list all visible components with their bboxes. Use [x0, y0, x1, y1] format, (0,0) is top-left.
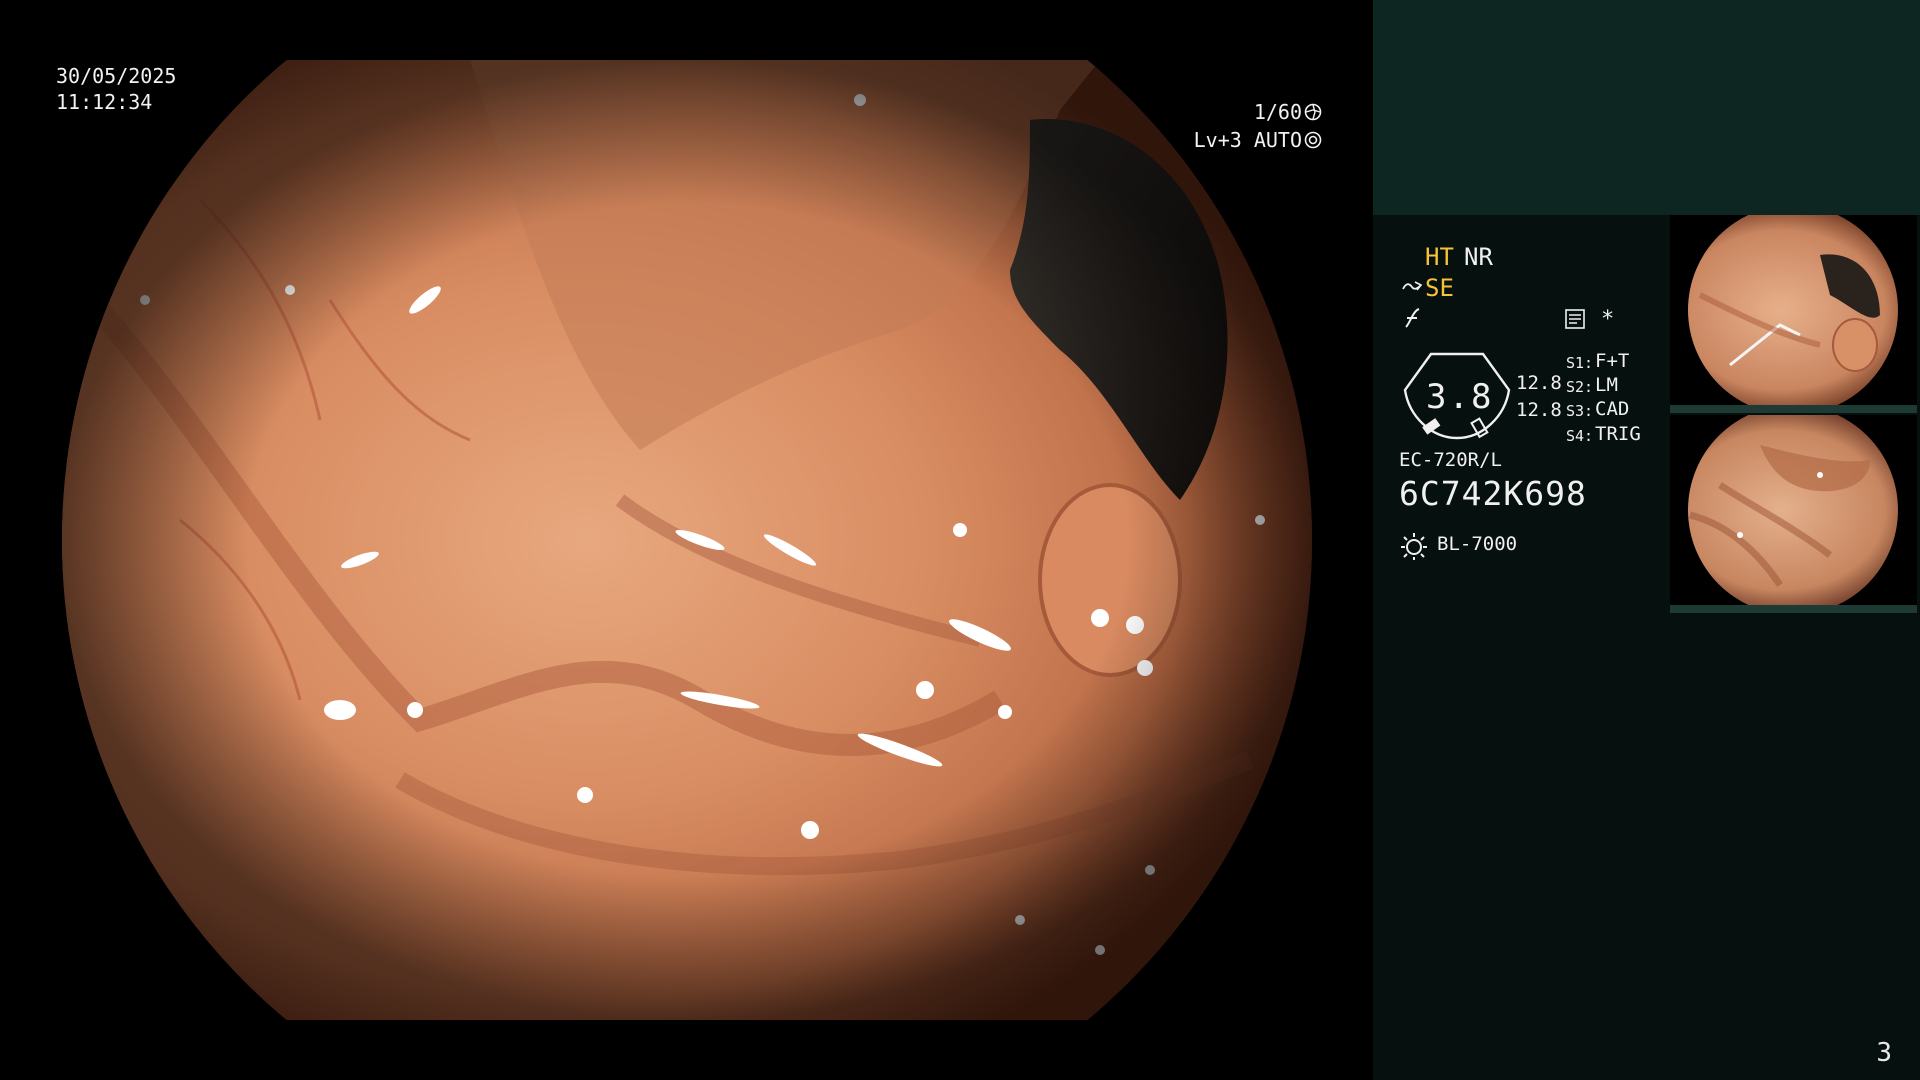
- thumbnail-2[interactable]: [1670, 415, 1917, 613]
- thumbnail-1-image: [1688, 215, 1898, 405]
- document-icon: [1565, 309, 1585, 329]
- page-number: 3: [1876, 1038, 1892, 1068]
- date-readout: 30/05/2025: [56, 64, 177, 88]
- level-readout: Lv+3 AUTO: [1194, 127, 1322, 153]
- light-source-icon: [1401, 533, 1427, 560]
- light-source-label: BL-7000: [1437, 533, 1518, 555]
- scope-model: EC-720R/L: [1399, 449, 1502, 471]
- switch-3-label: S3:: [1566, 402, 1594, 420]
- value-b: 12.8: [1516, 399, 1562, 421]
- switch-3-value: CAD: [1595, 398, 1630, 420]
- shutter-readout: 1/60: [1254, 99, 1322, 125]
- switch-2-label: S2:: [1566, 378, 1594, 396]
- gauge-value: 3.8: [1426, 377, 1494, 417]
- colon-image: [62, 60, 1312, 1020]
- endoscopy-screen: 30/05/2025 11:12:34 1/60 Lv+3 AUTO HT NR…: [0, 0, 1920, 1080]
- switch-1-value: F+T: [1595, 350, 1630, 372]
- thumbnail-2-image: [1688, 415, 1898, 605]
- thumbnail-1[interactable]: [1670, 215, 1917, 413]
- value-a: 12.8: [1516, 372, 1562, 394]
- time-readout: 11:12:34: [56, 90, 153, 114]
- switch-4-value: TRIG: [1595, 423, 1641, 445]
- switch-2-value: LM: [1595, 374, 1618, 396]
- se-label: SE: [1425, 274, 1454, 302]
- side-top-band: [1373, 0, 1920, 215]
- star-label: *: [1601, 307, 1615, 332]
- ht-label: HT: [1425, 243, 1454, 271]
- scope-serial: 6C742K698: [1399, 474, 1587, 513]
- switch-4-label: S4:: [1566, 427, 1594, 445]
- shutter-icon: [1304, 103, 1322, 121]
- freeze-icon: [1405, 308, 1420, 328]
- side-panel: HT NR SE * 3.8 12.8 12.8 S1: F+T S2: LM …: [1373, 0, 1920, 1080]
- shutter-value: 1/60: [1253, 100, 1302, 124]
- endoscope-view: 30/05/2025 11:12:34 1/60 Lv+3 AUTO: [0, 0, 1373, 1080]
- level-value: Lv+3 AUTO: [1193, 128, 1302, 152]
- structure-enhancement-icon: [1402, 281, 1423, 291]
- nr-label: NR: [1464, 243, 1493, 271]
- switch-1-label: S1:: [1566, 354, 1594, 372]
- auto-iris-icon: [1304, 131, 1322, 149]
